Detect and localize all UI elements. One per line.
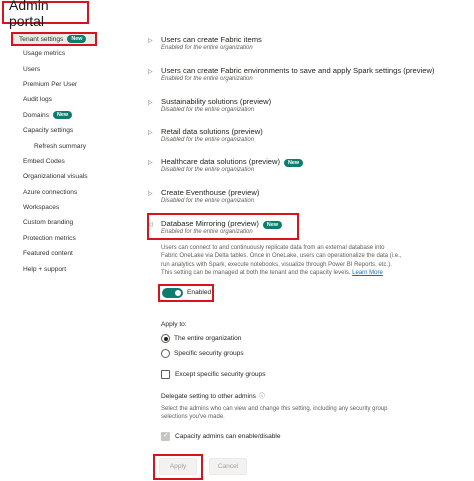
setting-title-text: Healthcare data solutions (preview) xyxy=(161,157,281,166)
sidebar-item-label: Users xyxy=(23,65,41,73)
sidebar-item-tenant-settings[interactable]: Tenant settings New xyxy=(11,32,97,46)
setting-title: Users can create Fabric items xyxy=(161,35,262,44)
sidebar-item-label: Domains xyxy=(23,111,50,119)
apply-to-label: Apply to: xyxy=(161,321,187,328)
setting-status: Disabled for the entire organization xyxy=(161,198,255,204)
sidebar-item-custom-branding[interactable]: Custom branding xyxy=(10,215,134,230)
delegate-label: Delegate setting to other admins ⓘ xyxy=(161,391,265,400)
description-line: Users can connect to and continuously re… xyxy=(161,245,385,251)
description-line-with-link: This setting can be managed at both the … xyxy=(161,269,461,277)
sidebar-item-capacity-settings[interactable]: Capacity settings xyxy=(10,123,134,138)
sidebar-item-featured-content[interactable]: Featured content xyxy=(10,246,134,261)
chevron-right-icon[interactable]: ▷ xyxy=(148,159,153,166)
sidebar-item-label: Help + support xyxy=(23,265,67,273)
sidebar-item-organizational-visuals[interactable]: Organizational visuals xyxy=(10,169,134,184)
sidebar-item-audit-logs[interactable]: Audit logs xyxy=(10,92,134,107)
new-badge: New xyxy=(53,111,73,120)
setting-title: Healthcare data solutions (preview) New xyxy=(161,157,304,167)
cancel-button[interactable]: Cancel xyxy=(209,458,247,475)
sidebar-item-azure-connections[interactable]: Azure connections xyxy=(10,185,134,200)
sidebar-item-refresh-summary[interactable]: Refresh summary xyxy=(10,138,134,153)
chevron-right-icon[interactable]: ▷ xyxy=(148,37,153,44)
learn-more-link[interactable]: Learn More xyxy=(352,270,383,276)
delegate-description: Select the admins who can view and chang… xyxy=(161,405,461,422)
sidebar-item-usage-metrics[interactable]: Usage metrics xyxy=(10,46,134,61)
setting-title: Retail data solutions (preview) xyxy=(161,127,263,136)
sidebar-item-label: Capacity settings xyxy=(23,127,74,135)
chevron-right-icon[interactable]: ▷ xyxy=(148,99,153,106)
setting-status: Disabled for the entire organization xyxy=(161,137,255,143)
enabled-toggle[interactable] xyxy=(162,288,183,298)
mirroring-highlight-box xyxy=(147,213,299,240)
setting-status: Disabled for the entire organization xyxy=(161,167,255,173)
sidebar-item-help-support[interactable]: Help + support xyxy=(10,261,134,276)
sidebar-item-label: Refresh summary xyxy=(34,142,87,150)
new-badge: New xyxy=(67,35,87,43)
chevron-right-icon[interactable]: ▷ xyxy=(148,129,153,136)
sidebar-item-protection-metrics[interactable]: Protection metrics xyxy=(10,231,134,246)
chevron-right-icon[interactable]: ▷ xyxy=(148,68,153,75)
sidebar-item-label: Premium Per User xyxy=(23,80,78,88)
info-icon[interactable]: ⓘ xyxy=(259,394,265,400)
setting-status: Enabled for the entire organization xyxy=(161,76,253,82)
radio-specific-groups[interactable] xyxy=(161,349,170,358)
setting-title: Sustainability solutions (preview) xyxy=(161,97,272,106)
description-line: This setting can be managed at both the … xyxy=(161,270,351,277)
capacity-admins-checkbox[interactable] xyxy=(161,431,170,441)
sidebar-item-label: Usage metrics xyxy=(23,50,66,58)
checkbox-label: Capacity admins can enable/disable xyxy=(175,433,281,440)
setting-title: Users can create Fabric environments to … xyxy=(161,66,435,75)
radio-label: The entire organization xyxy=(174,335,242,342)
sidebar-item-label: Tenant settings xyxy=(19,35,64,43)
admin-portal-title-box: Admin portal xyxy=(2,0,89,29)
toggle-knob xyxy=(175,290,181,296)
description-line: run analytics with Spark, execute notebo… xyxy=(161,261,392,268)
sidebar-item-label: Protection metrics xyxy=(23,234,76,242)
new-badge: New xyxy=(284,159,304,167)
sidebar-item-label: Azure connections xyxy=(23,188,78,196)
setting-title: Create Eventhouse (preview) xyxy=(161,188,260,197)
sidebar-item-premium-per-user[interactable]: Premium Per User xyxy=(10,77,134,92)
chevron-right-icon[interactable]: ▷ xyxy=(148,190,153,197)
setting-status: Disabled for the entire organization xyxy=(161,107,255,113)
sidebar-item-label: Organizational visuals xyxy=(23,173,88,181)
sidebar-item-domains[interactable]: Domains New xyxy=(10,108,134,123)
sidebar-item-label: Workspaces xyxy=(23,204,60,212)
radio-label: Specific security groups xyxy=(174,350,244,357)
sidebar-item-embed-codes[interactable]: Embed Codes xyxy=(10,154,134,169)
sidebar-item-label: Audit logs xyxy=(23,96,52,104)
except-groups-checkbox[interactable] xyxy=(161,370,170,379)
description-line: selections you've made. xyxy=(161,414,225,421)
sidebar-item-label: Featured content xyxy=(23,250,73,258)
toggle-label: Enabled xyxy=(187,289,212,296)
description-line: Fabric OneLake via Delta tables. Once in… xyxy=(161,253,402,260)
setting-status: Enabled for the entire organization xyxy=(161,45,253,51)
apply-button[interactable]: Apply xyxy=(159,458,197,475)
sidebar-item-users[interactable]: Users xyxy=(10,61,134,76)
radio-entire-organization[interactable] xyxy=(161,334,170,343)
sidebar-item-workspaces[interactable]: Workspaces xyxy=(10,200,134,215)
mirroring-description: Users can connect to and continuously re… xyxy=(161,244,461,278)
description-line: Select the admins who can view and chang… xyxy=(161,406,388,412)
page-title: Admin portal xyxy=(9,0,49,29)
delegate-label-text: Delegate setting to other admins xyxy=(161,393,256,400)
sidebar-item-label: Custom branding xyxy=(23,219,74,227)
sidebar-item-label: Embed Codes xyxy=(23,157,65,165)
checkbox-label: Except specific security groups xyxy=(175,371,266,378)
sidebar-nav: Tenant settings New Usage metrics Users … xyxy=(10,32,134,277)
